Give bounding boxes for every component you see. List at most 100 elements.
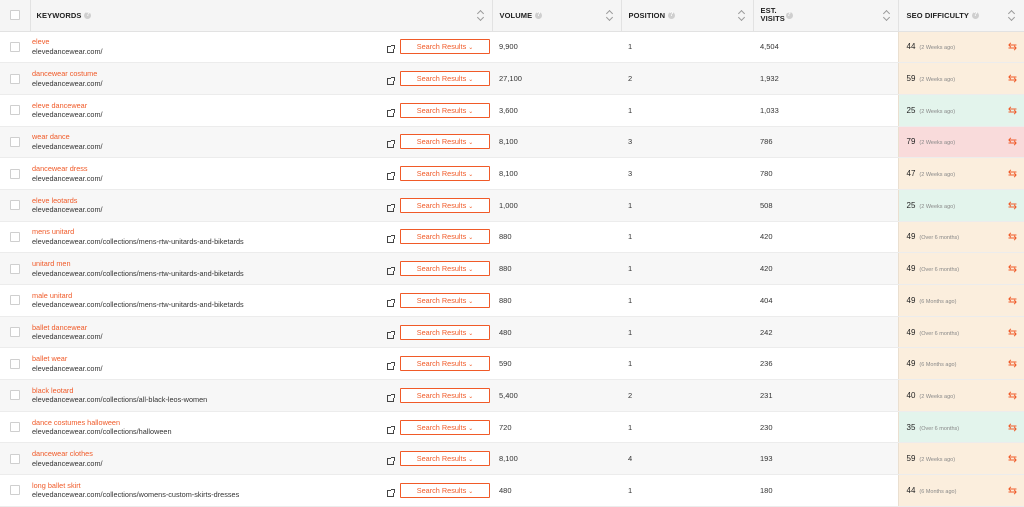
keyword-link[interactable]: eleve [32,37,384,47]
external-link-icon[interactable] [387,393,395,402]
search-results-button[interactable]: Search Results ⌄ [400,197,490,213]
row-checkbox[interactable] [10,200,20,211]
row-checkbox[interactable] [10,263,20,274]
search-results-button[interactable]: Search Results ⌄ [400,102,490,118]
search-results-button[interactable]: Search Results ⌄ [400,419,490,435]
select-all-checkbox[interactable] [10,10,20,21]
row-checkbox[interactable] [10,168,20,179]
search-results-button[interactable]: Search Results ⌄ [400,451,490,467]
external-link-icon[interactable] [387,203,395,212]
refresh-icon[interactable]: ⇆ [1008,263,1017,275]
external-link-icon[interactable] [387,362,395,371]
row-checkbox[interactable] [10,422,20,433]
help-icon[interactable]: ? [84,12,92,20]
sort-icon[interactable] [478,9,484,21]
help-icon[interactable]: ? [972,12,980,20]
refresh-icon[interactable]: ⇆ [1008,168,1017,180]
refresh-icon[interactable]: ⇆ [1008,422,1017,434]
row-checkbox[interactable] [10,327,20,338]
external-link-icon[interactable] [387,488,395,497]
refresh-icon[interactable]: ⇆ [1008,105,1017,117]
external-link-icon[interactable] [387,298,395,307]
row-checkbox[interactable] [10,295,20,306]
row-checkbox[interactable] [10,390,20,401]
row-checkbox[interactable] [10,231,20,242]
header-visits[interactable]: EST. VISITS? [753,0,899,32]
refresh-icon[interactable]: ⇆ [1008,231,1017,243]
header-seo-difficulty[interactable]: SEO DIFFICULTY? [898,0,1001,32]
external-link-icon[interactable] [387,330,395,339]
refresh-icon[interactable]: ⇆ [1008,358,1017,370]
external-link-icon[interactable] [387,457,395,466]
row-checkbox[interactable] [10,453,20,464]
search-results-button[interactable]: Search Results ⌄ [400,482,490,498]
refresh-icon[interactable]: ⇆ [1008,327,1017,339]
search-results-button[interactable]: Search Results ⌄ [400,292,490,308]
header-volume[interactable]: VOLUME? [492,0,622,32]
sort-icon[interactable] [884,9,890,21]
keyword-link[interactable]: mens unitard [32,227,384,237]
keyword-link[interactable]: black leotard [32,386,384,396]
search-results-label: Search Results [416,169,467,179]
keyword-link[interactable]: dancewear clothes [32,449,384,459]
refresh-icon[interactable]: ⇆ [1008,73,1017,85]
row-checkbox[interactable] [10,358,20,369]
keyword-link[interactable]: eleve leotards [32,196,384,206]
row-checkbox[interactable] [10,136,20,147]
external-link-icon[interactable] [387,108,395,117]
row-select-cell [0,126,30,159]
search-results-button[interactable]: Search Results ⌄ [400,166,490,182]
keyword-link[interactable]: eleve dancewear [32,101,384,111]
search-results-button[interactable]: Search Results ⌄ [400,229,490,245]
help-icon[interactable]: ? [785,11,793,19]
external-link-icon[interactable] [387,425,395,434]
search-results-button[interactable]: Search Results ⌄ [400,387,490,403]
refresh-icon[interactable]: ⇆ [1008,41,1017,53]
refresh-icon[interactable]: ⇆ [1008,485,1017,497]
external-link-icon[interactable] [387,235,395,244]
header-keywords[interactable]: KEYWORDS? [30,0,493,32]
search-results-button[interactable]: Search Results ⌄ [400,324,490,340]
search-results-button[interactable]: Search Results ⌄ [400,261,490,277]
seo-updated: (2 Weeks ago) [919,77,956,84]
search-results-button[interactable]: Search Results ⌄ [400,71,490,87]
chevron-down-icon: ⌄ [468,393,474,400]
keyword-link[interactable]: dancewear dress [32,164,384,174]
keyword-link[interactable]: dance costumes halloween [32,418,384,428]
keyword-link[interactable]: wear dance [32,132,384,142]
refresh-icon[interactable]: ⇆ [1008,136,1017,148]
seo-updated: (Over 6 months) [919,425,960,432]
row-checkbox[interactable] [10,485,20,496]
sort-icon[interactable] [607,9,613,21]
header-seo-sort[interactable] [1001,0,1024,32]
search-results-wrap: Search Results ⌄ [400,387,490,403]
external-link-icon[interactable] [387,267,395,276]
search-results-button[interactable]: Search Results ⌄ [400,356,490,372]
refresh-icon[interactable]: ⇆ [1008,200,1017,212]
keyword-link[interactable]: ballet wear [32,354,384,364]
sort-icon[interactable] [739,9,745,21]
keyword-link[interactable]: unitard men [32,259,384,269]
header-position[interactable]: POSITION? [621,0,754,32]
search-results-button[interactable]: Search Results ⌄ [400,39,490,55]
external-link-icon[interactable] [387,140,395,149]
row-checkbox[interactable] [10,73,20,84]
external-link-icon[interactable] [387,77,395,86]
help-icon[interactable]: ? [535,12,543,20]
row-checkbox[interactable] [10,105,20,116]
keyword-link[interactable]: male unitard [32,291,384,301]
external-link-icon[interactable] [387,172,395,181]
row-checkbox[interactable] [10,41,20,52]
search-results-button[interactable]: Search Results ⌄ [400,134,490,150]
keyword-link[interactable]: dancewear costume [32,69,384,79]
refresh-icon[interactable]: ⇆ [1008,453,1017,465]
seo-difficulty-cell: 79 (2 Weeks ago) [897,126,1001,159]
refresh-icon[interactable]: ⇆ [1008,295,1017,307]
keyword-link[interactable]: long ballet skirt [32,481,384,491]
keyword-link[interactable]: ballet dancewear [32,323,384,333]
help-icon[interactable]: ? [668,12,676,20]
sort-icon[interactable] [1009,9,1015,21]
search-results-wrap: Search Results ⌄ [400,419,490,435]
external-link-icon[interactable] [387,45,395,54]
refresh-icon[interactable]: ⇆ [1008,390,1017,402]
